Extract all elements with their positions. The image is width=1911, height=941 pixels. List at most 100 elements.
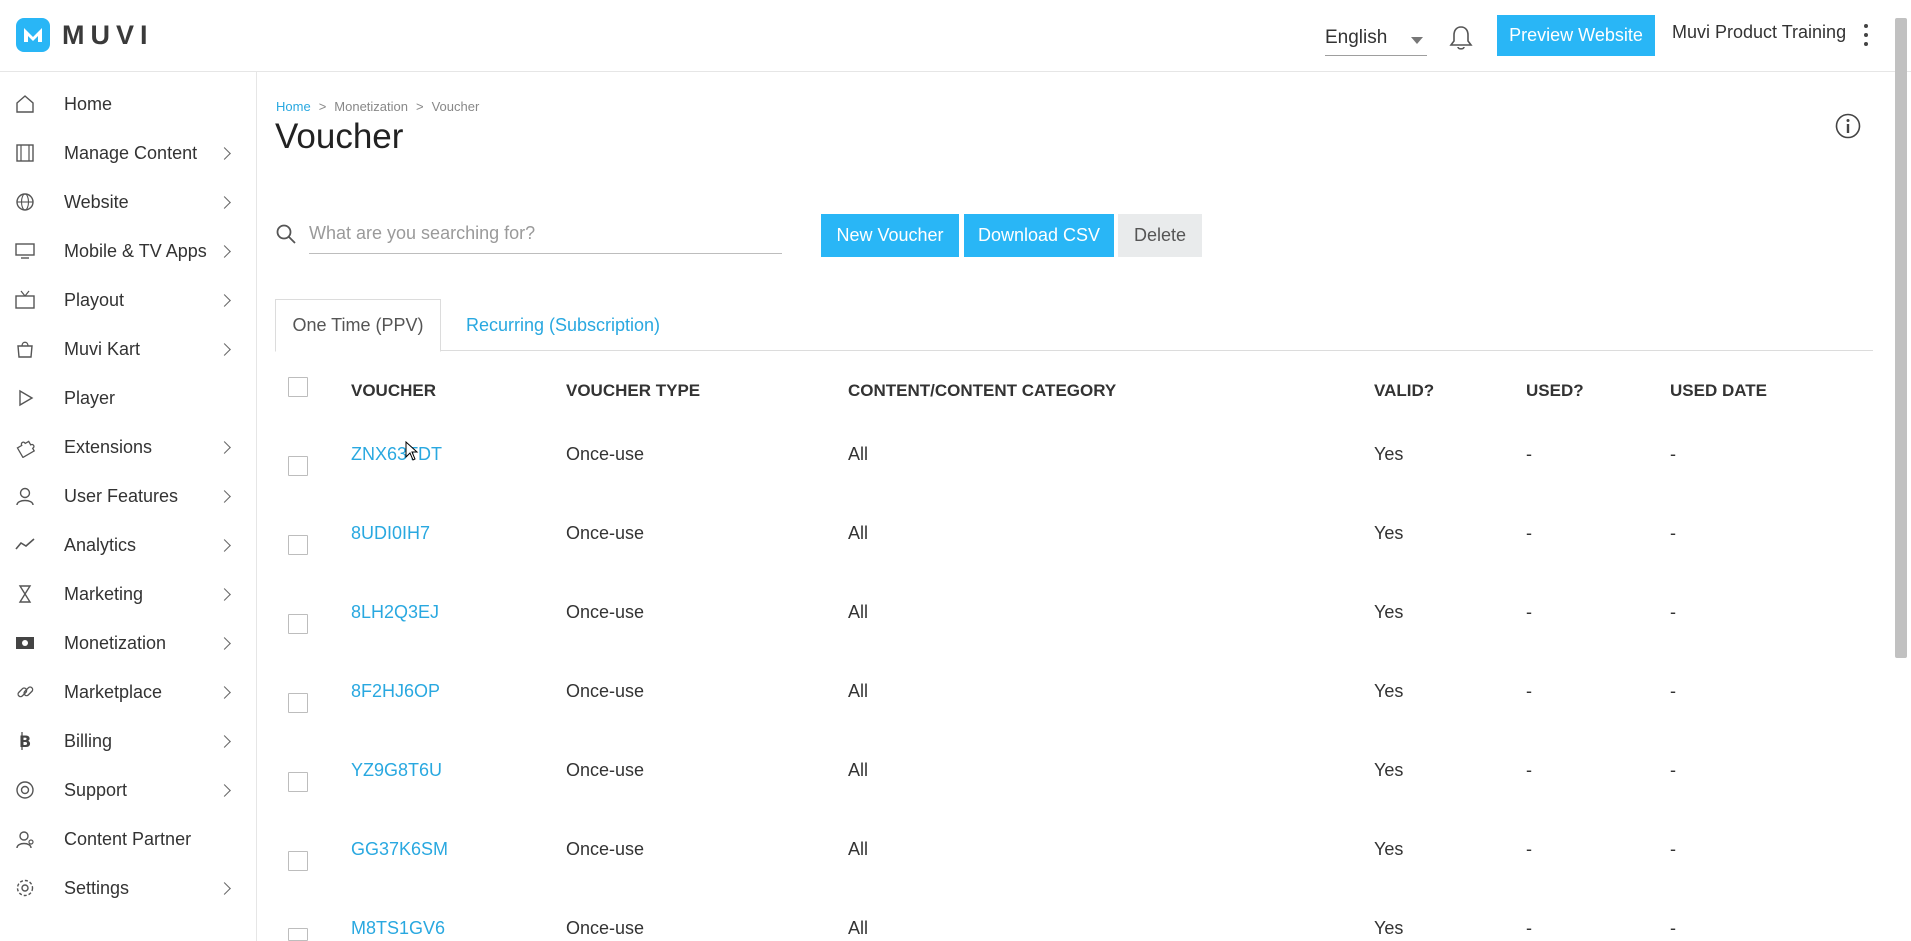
sidebar-item-label: Content Partner — [64, 829, 192, 849]
sidebar: Home Manage Content Website Mobile & TV … — [0, 72, 257, 941]
bell-icon[interactable] — [1448, 24, 1474, 52]
home-icon — [16, 95, 34, 113]
sidebar-item-playout[interactable]: Playout — [0, 276, 257, 325]
delete-button[interactable]: Delete — [1118, 214, 1202, 257]
link-icon — [17, 686, 34, 698]
voucher-type-cell: Once-use — [566, 918, 645, 938]
tab-recurring-subscription[interactable]: Recurring (Subscription) — [463, 299, 663, 351]
column-header-used-date[interactable]: USED DATE — [1670, 381, 1767, 401]
download-csv-button[interactable]: Download CSV — [964, 214, 1114, 257]
sidebar-item-player[interactable]: Player — [0, 374, 257, 423]
page-scrollbar[interactable] — [1895, 18, 1907, 658]
voucher-type-cell: Once-use — [566, 523, 645, 543]
tab-one-time-ppv[interactable]: One Time (PPV) — [275, 299, 441, 352]
more-menu-icon[interactable] — [1862, 24, 1870, 46]
voucher-code-link[interactable]: ZNX63TDT — [351, 444, 442, 465]
film-icon — [16, 144, 34, 162]
sidebar-item-marketplace[interactable]: Marketplace — [0, 668, 257, 717]
breadcrumb-current: Voucher — [431, 99, 480, 114]
chevron-right-icon — [218, 294, 231, 307]
voucher-type-cell: Once-use — [566, 681, 645, 701]
select-all-checkbox[interactable] — [288, 377, 308, 397]
bitcoin-icon: B — [19, 732, 31, 751]
chevron-right-icon — [218, 539, 231, 552]
sidebar-item-label: Marketplace — [64, 682, 163, 702]
chevron-right-icon — [218, 343, 231, 356]
voucher-type-cell: Once-use — [566, 839, 645, 859]
column-header-content[interactable]: CONTENT/CONTENT CATEGORY — [848, 381, 1116, 401]
content-cell: All — [848, 602, 869, 622]
sidebar-item-content-partner[interactable]: Content Partner — [0, 815, 257, 864]
sidebar-item-extensions[interactable]: Extensions — [0, 423, 257, 472]
muvi-logo-icon — [16, 18, 50, 52]
sidebar-item-label: Manage Content — [64, 143, 198, 163]
valid-cell: Yes — [1374, 918, 1404, 938]
content-cell: All — [848, 760, 869, 780]
shopping-bag-icon — [17, 341, 33, 358]
column-header-voucher[interactable]: VOUCHER — [351, 381, 436, 401]
row-checkbox[interactable] — [288, 928, 308, 941]
voucher-code-link[interactable]: M8TS1GV6 — [351, 918, 445, 939]
voucher-type-cell: Once-use — [566, 602, 645, 622]
sidebar-item-billing[interactable]: B Billing — [0, 717, 257, 766]
gear-icon — [16, 879, 34, 897]
voucher-code-link[interactable]: GG37K6SM — [351, 839, 448, 860]
valid-cell: Yes — [1374, 602, 1404, 622]
search-bar — [274, 214, 782, 256]
sidebar-item-label: Home — [64, 94, 113, 114]
sidebar-item-monetization[interactable]: Monetization — [0, 619, 257, 668]
row-checkbox[interactable] — [288, 851, 308, 871]
sidebar-item-analytics[interactable]: Analytics — [0, 521, 257, 570]
muvi-logo[interactable]: MUVI — [14, 14, 154, 56]
chevron-right-icon — [218, 490, 231, 503]
sidebar-item-marketing[interactable]: Marketing — [0, 570, 257, 619]
sidebar-item-support[interactable]: Support — [0, 766, 257, 815]
sidebar-item-label: Playout — [64, 290, 125, 310]
row-checkbox[interactable] — [288, 693, 308, 713]
used-cell: - — [1526, 918, 1532, 938]
info-icon[interactable] — [1834, 112, 1862, 140]
preview-website-button[interactable]: Preview Website — [1497, 15, 1655, 56]
new-voucher-button[interactable]: New Voucher — [821, 214, 959, 257]
voucher-type-cell: Once-use — [566, 760, 645, 780]
valid-cell: Yes — [1374, 523, 1404, 543]
row-checkbox[interactable] — [288, 614, 308, 634]
column-header-used[interactable]: USED? — [1526, 381, 1584, 401]
valid-cell: Yes — [1374, 760, 1404, 780]
sidebar-item-label: Monetization — [64, 633, 167, 653]
row-checkbox[interactable] — [288, 456, 308, 476]
sidebar-item-muvi-kart[interactable]: Muvi Kart — [0, 325, 257, 374]
sidebar-item-website[interactable]: Website — [0, 178, 257, 227]
chevron-right-icon — [218, 196, 231, 209]
valid-cell: Yes — [1374, 444, 1404, 464]
account-name[interactable]: Muvi Product Training — [1672, 22, 1846, 43]
chevron-right-icon — [218, 882, 231, 895]
sidebar-item-manage-content[interactable]: Manage Content — [0, 129, 257, 178]
used-cell: - — [1526, 760, 1532, 780]
sidebar-item-settings[interactable]: Settings — [0, 864, 257, 913]
column-header-voucher-type[interactable]: VOUCHER TYPE — [566, 381, 700, 401]
column-header-valid[interactable]: VALID? — [1374, 381, 1434, 401]
sidebar-item-home[interactable]: Home — [0, 80, 257, 129]
sidebar-item-label: Settings — [64, 878, 130, 898]
voucher-code-link[interactable]: 8LH2Q3EJ — [351, 602, 439, 623]
sidebar-item-label: Website — [64, 192, 129, 212]
content-cell: All — [848, 444, 869, 464]
language-select[interactable]: English — [1325, 22, 1427, 56]
sidebar-item-label: Marketing — [64, 584, 144, 604]
play-icon — [19, 389, 34, 407]
content-cell: All — [848, 839, 869, 859]
voucher-code-link[interactable]: 8F2HJ6OP — [351, 681, 440, 702]
voucher-code-link[interactable]: 8UDI0IH7 — [351, 523, 430, 544]
voucher-code-link[interactable]: YZ9G8T6U — [351, 760, 442, 781]
sidebar-item-label: Player — [64, 388, 116, 408]
breadcrumb-home-link[interactable]: Home — [276, 99, 311, 114]
row-checkbox[interactable] — [288, 535, 308, 555]
sidebar-item-mobile-tv-apps[interactable]: Mobile & TV Apps — [0, 227, 257, 276]
sidebar-item-user-features[interactable]: User Features — [0, 472, 257, 521]
row-checkbox[interactable] — [288, 772, 308, 792]
logo-text: MUVI — [62, 19, 154, 50]
search-input[interactable] — [309, 214, 782, 254]
chevron-right-icon — [218, 637, 231, 650]
monitor-icon — [15, 243, 35, 259]
